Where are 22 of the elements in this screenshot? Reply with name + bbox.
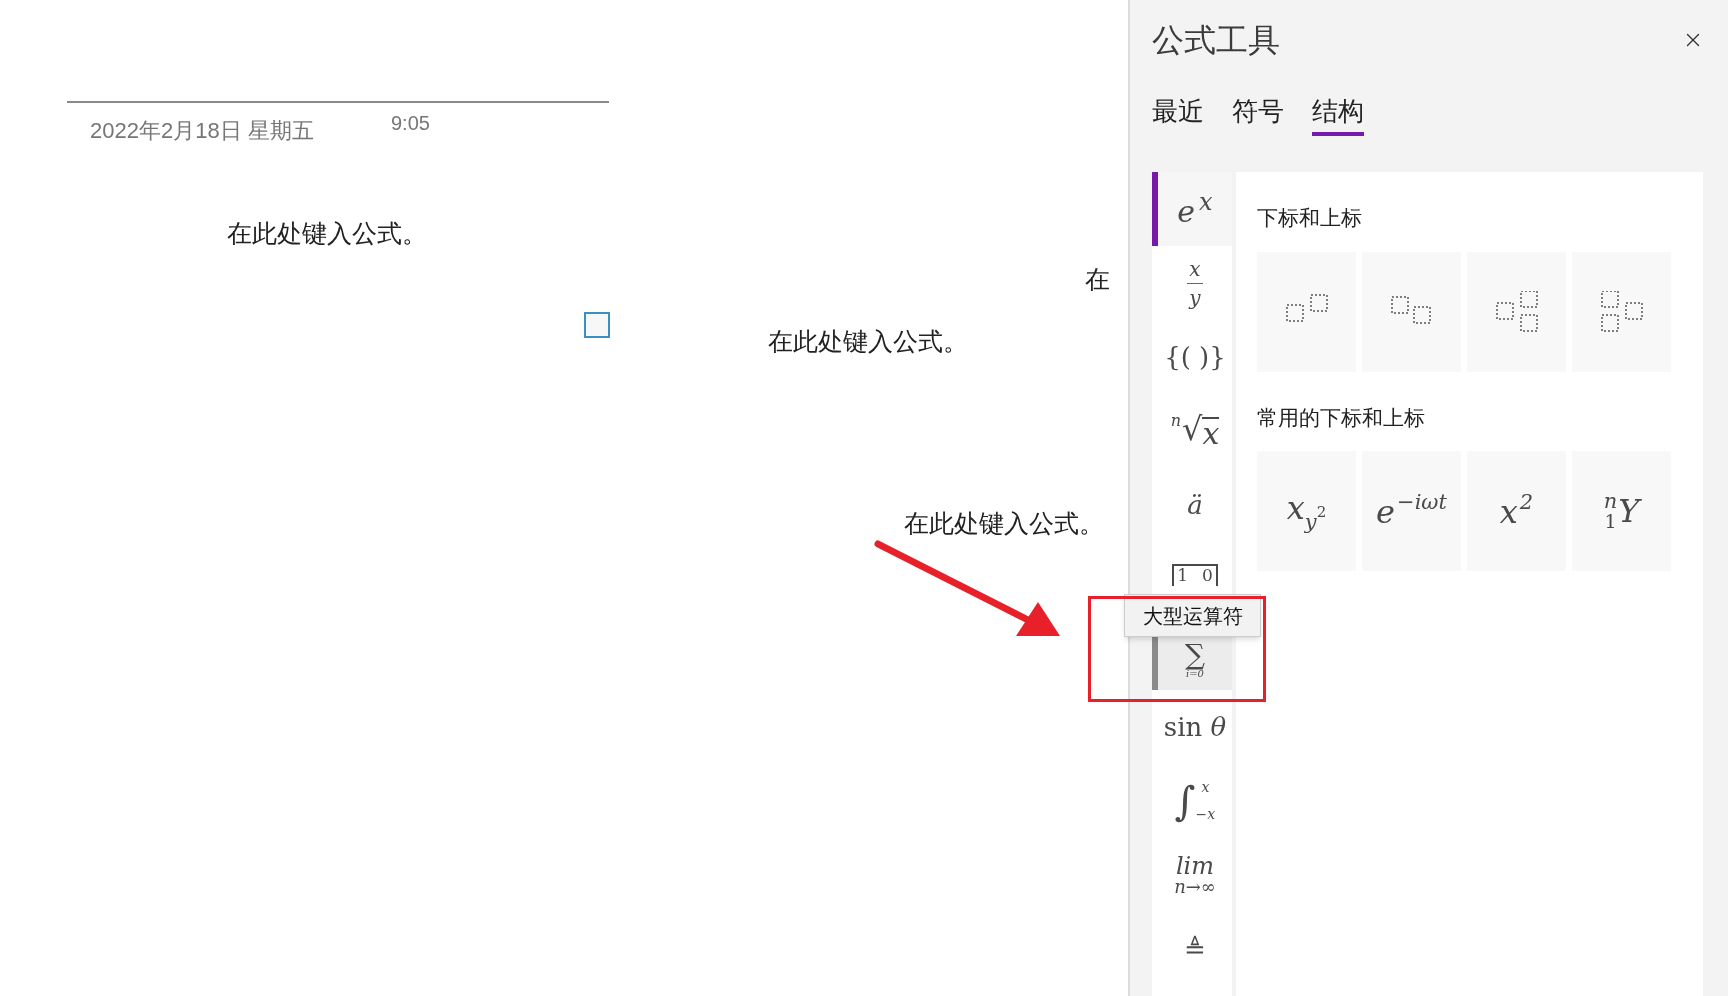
equation-placeholder[interactable]: 在 (1085, 261, 1110, 299)
structure-template[interactable] (1467, 251, 1566, 372)
structure-template[interactable]: x$^{2}$ (1467, 451, 1566, 571)
panel-title: 公式工具 (1152, 21, 1280, 60)
left-subscript-superscript-template-icon (1599, 290, 1644, 333)
structure-template[interactable]: e$^{−iωt}$ (1362, 451, 1461, 571)
subscript-superscript-template-icon (1494, 290, 1539, 333)
page-date: 2022年2月18日 星期五 (90, 117, 314, 145)
equation-placeholder[interactable]: 在此处键入公式。 (904, 505, 1104, 543)
panel-tab[interactable]: 最近 (1152, 90, 1204, 136)
section-heading: 下标和上标 (1257, 205, 1363, 231)
equation-placeholder[interactable]: 在此处键入公式。 (227, 215, 427, 253)
structure-category[interactable]: e$^{x}$ (1152, 172, 1232, 246)
panel-tab[interactable]: 结构 (1312, 90, 1364, 136)
equation-placeholder[interactable]: 在此处键入公式。 (768, 323, 968, 361)
note-container-handle[interactable] (584, 312, 610, 338)
panel-tab[interactable]: 符号 (1232, 90, 1284, 136)
section-heading: 常用的下标和上标 (1257, 404, 1426, 431)
structure-template[interactable] (1572, 251, 1671, 372)
page-time: 9:05 (391, 111, 430, 136)
structure-template[interactable] (1257, 251, 1356, 372)
structure-template[interactable] (1362, 251, 1461, 372)
